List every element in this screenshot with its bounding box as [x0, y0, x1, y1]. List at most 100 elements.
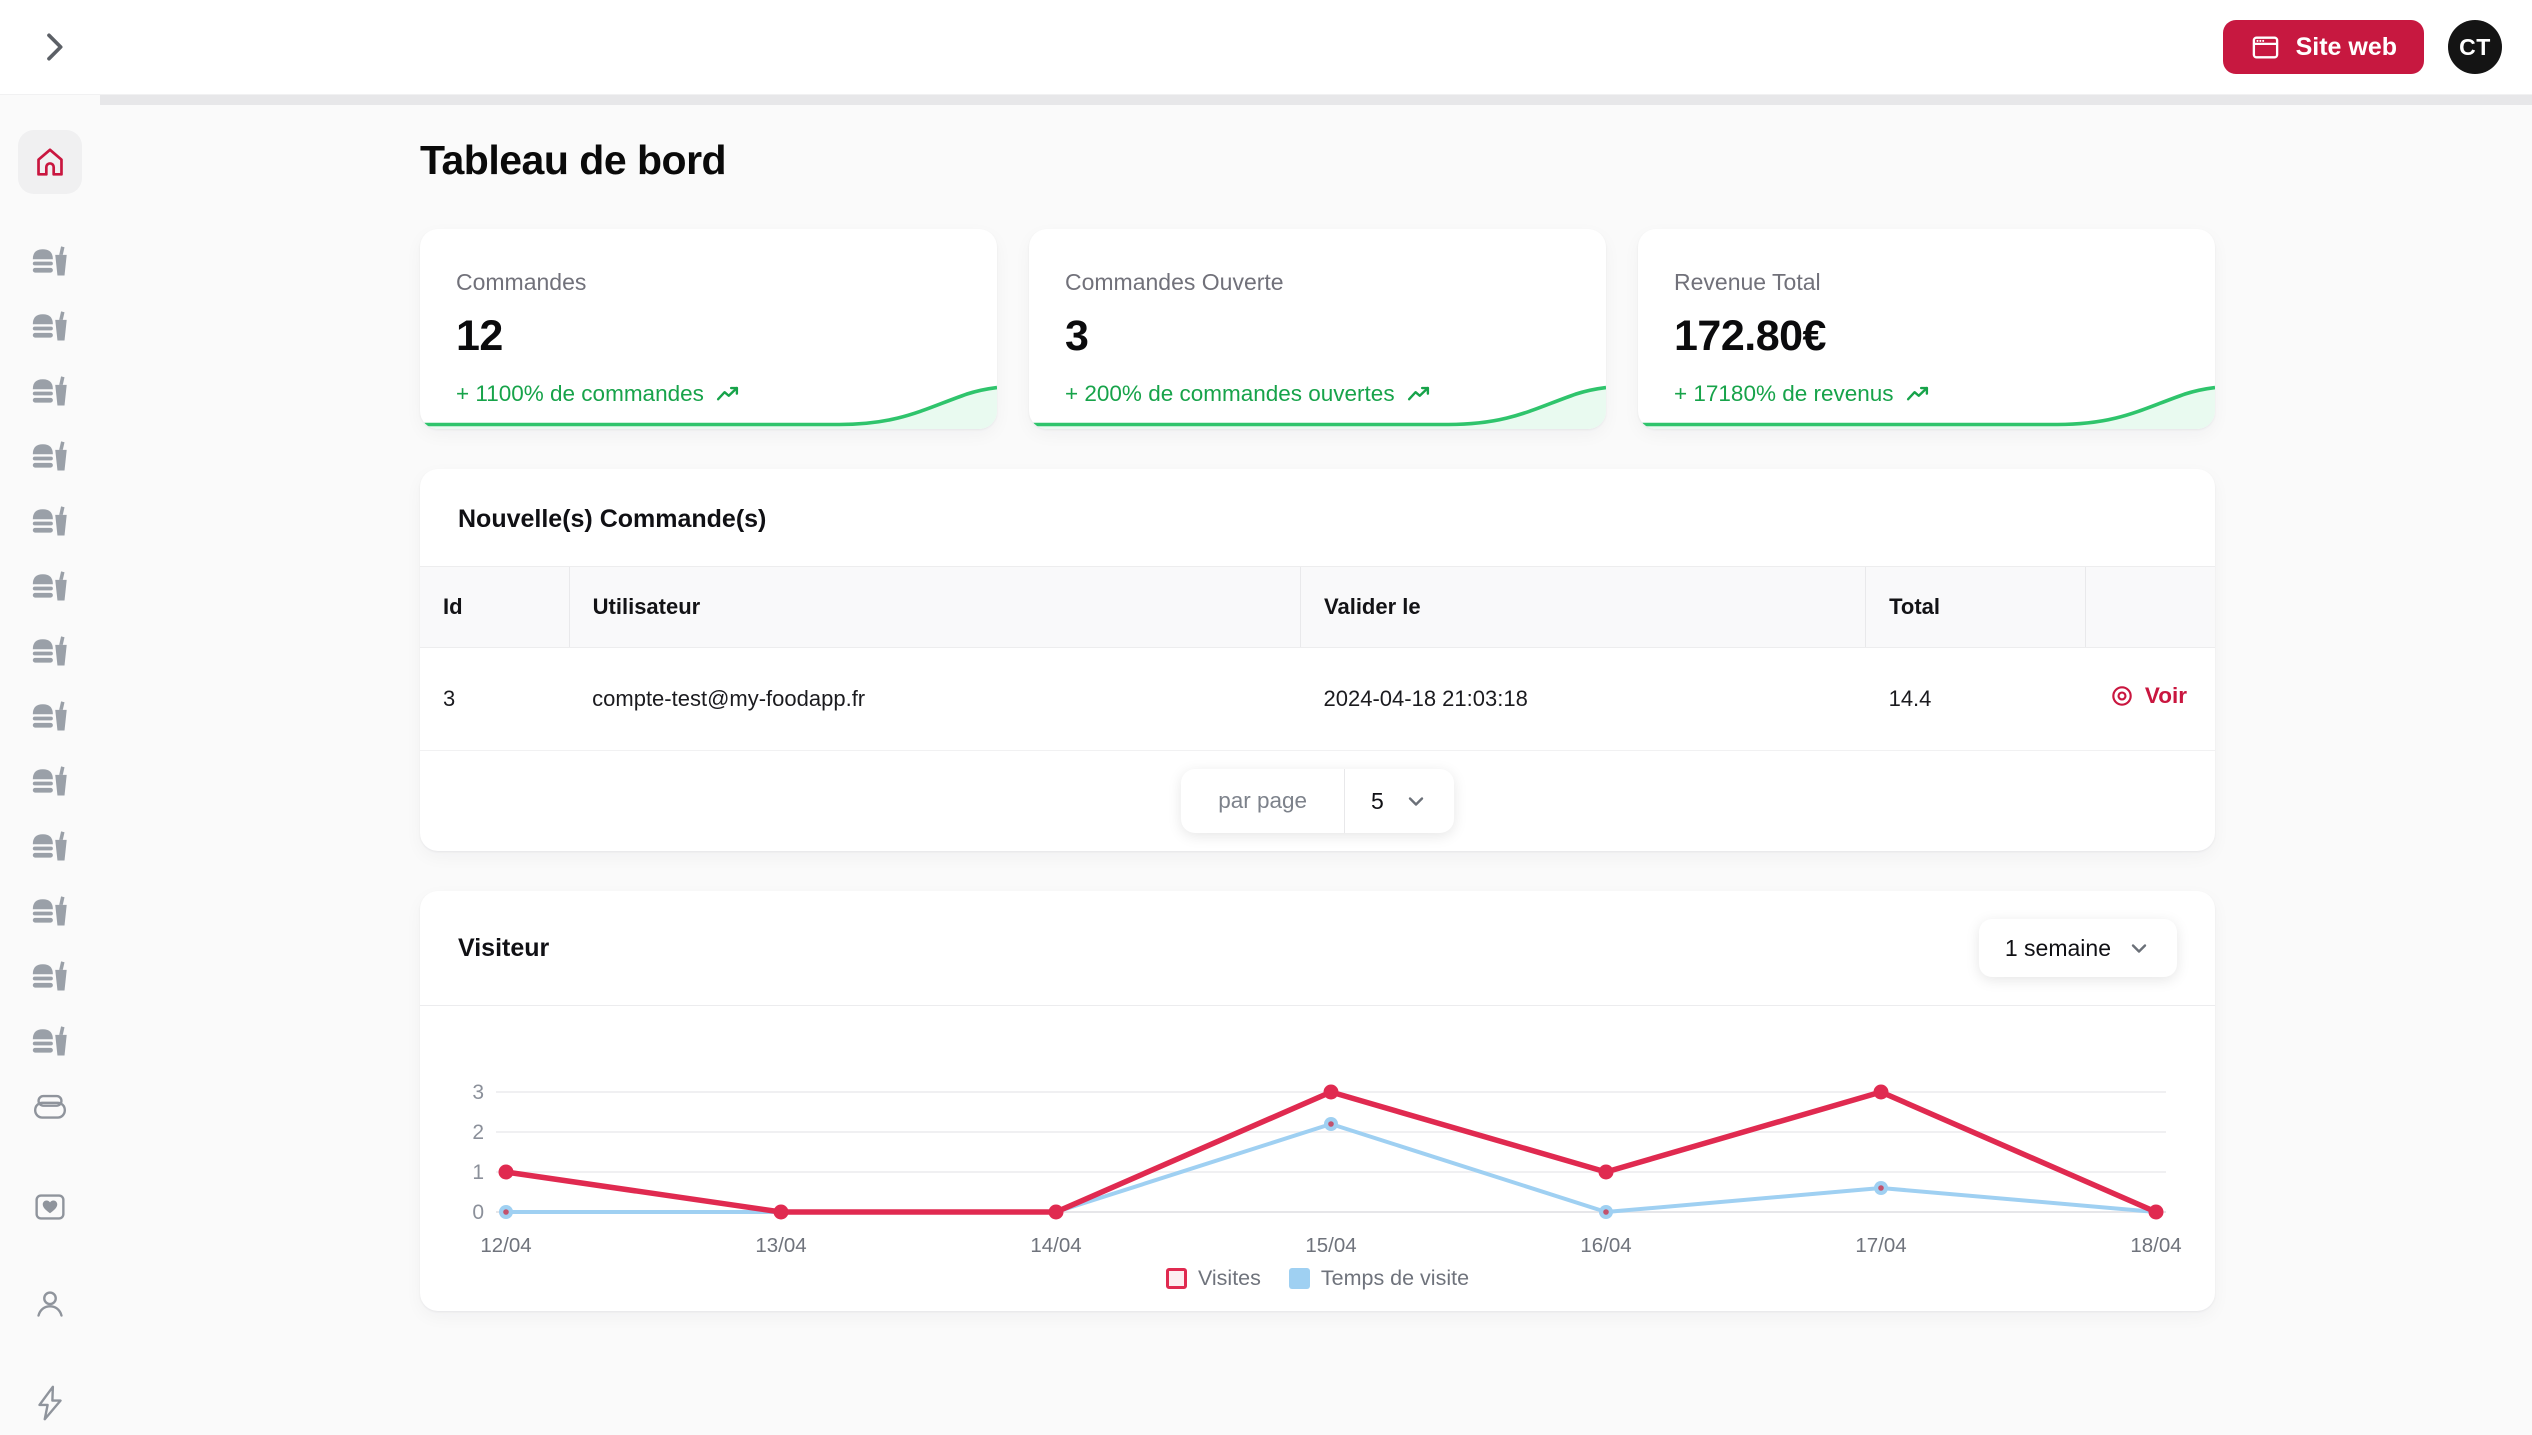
sidebar-item-restaurant[interactable]	[18, 1011, 82, 1076]
svg-text:15/04: 15/04	[1305, 1234, 1356, 1257]
legend-swatch-icon	[1165, 1268, 1187, 1290]
stat-sparkline	[1638, 385, 2215, 430]
visitors-card: Visiteur 1 semaine 0 1 2 3 12/04 13/04 14/04 15…	[420, 891, 2215, 1312]
restaurant-icon	[29, 763, 71, 805]
new-orders-card: Nouvelle(s) Commande(s) Id Utilisateur V…	[420, 469, 2215, 852]
sidebar-item-restaurant[interactable]	[18, 751, 82, 816]
svg-text:16/04: 16/04	[1580, 1234, 1631, 1257]
chevron-right-icon	[34, 27, 74, 67]
svg-text:13/04: 13/04	[755, 1234, 806, 1257]
site-web-button[interactable]: Site web	[2222, 20, 2424, 74]
view-order-link[interactable]: Voir	[2109, 683, 2205, 709]
browser-window-icon	[2250, 32, 2281, 63]
site-web-label: Site web	[2295, 32, 2397, 61]
sidebar-item-restaurant[interactable]	[18, 881, 82, 946]
sidebar-item-restaurant[interactable]	[18, 231, 82, 296]
order-total-cell: 14.4	[1865, 647, 2086, 752]
sidebar-item-restaurant[interactable]	[18, 621, 82, 686]
sidebar-item-restaurant[interactable]	[18, 686, 82, 751]
main-content: Tableau de bord Commandes 12 + 1100% de …	[420, 0, 2215, 1312]
restaurant-icon	[29, 828, 71, 870]
restaurant-icon	[29, 373, 71, 415]
stat-label: Commandes	[456, 269, 587, 296]
restaurant-icon	[29, 503, 71, 545]
order-id-cell: 3	[420, 647, 570, 752]
date-range-selector[interactable]: 1 semaine	[1978, 919, 2177, 978]
table-row: 3 compte-test@my-foodapp.fr 2024-04-18 2…	[420, 647, 2215, 752]
stat-value: 3	[1065, 312, 1089, 361]
legend-swatch-icon	[1288, 1268, 1310, 1290]
column-header-valider-le: Valider le	[1300, 566, 1866, 649]
stat-card-commandes: Commandes 12 + 1100% de commandes	[420, 229, 997, 430]
sidebar-item-restaurant[interactable]	[18, 946, 82, 1011]
topbar: Site web CT	[0, 0, 2532, 95]
svg-text:0: 0	[472, 1201, 484, 1224]
sidebar-item-home[interactable]	[18, 130, 82, 194]
svg-text:1: 1	[472, 1161, 484, 1184]
sidebar-item-restaurant[interactable]	[18, 816, 82, 881]
visitors-chart-area: 0 1 2 3 12/04 13/04 14/04 15/04 16/04 17/04 18/04	[420, 1006, 2215, 1262]
restaurant-icon	[29, 568, 71, 610]
sidebar-nav	[0, 95, 100, 1412]
card-heart-icon	[29, 1186, 71, 1228]
sidebar-item-restaurant[interactable]	[18, 426, 82, 491]
sidebar-item-user[interactable]	[18, 1272, 82, 1337]
svg-text:12/04: 12/04	[480, 1234, 531, 1257]
eye-icon	[2109, 683, 2135, 709]
column-header-id: Id	[420, 566, 570, 649]
per-page-label: par page	[1181, 769, 1346, 834]
svg-text:3: 3	[472, 1081, 484, 1104]
column-header-actions	[2085, 566, 2215, 649]
order-date-cell: 2024-04-18 21:03:18	[1300, 647, 1866, 752]
stat-card-commandes-ouverte: Commandes Ouverte 3 + 200% de commandes …	[1029, 229, 1606, 430]
restaurant-icon	[29, 633, 71, 675]
content-top-strip	[100, 95, 2532, 105]
per-page-selector[interactable]: par page 5	[1181, 769, 1454, 834]
stats-row: Commandes 12 + 1100% de commandes Comman…	[420, 229, 2215, 430]
home-icon	[33, 145, 67, 179]
lightning-icon	[29, 1382, 71, 1424]
restaurant-icon	[29, 698, 71, 740]
sidebar-expand-button[interactable]	[30, 23, 78, 71]
restaurant-icon	[29, 893, 71, 935]
lunchbox-icon	[29, 1088, 71, 1130]
sidebar-item-card-heart[interactable]	[18, 1174, 82, 1239]
orders-table: Id Utilisateur Valider le Total 3 compte…	[420, 566, 2215, 752]
topbar-right: Site web CT	[2222, 20, 2502, 74]
visitors-card-title: Visiteur	[458, 933, 550, 962]
restaurant-icon	[29, 958, 71, 1000]
sidebar-item-restaurant[interactable]	[18, 556, 82, 621]
column-header-utilisateur: Utilisateur	[568, 566, 1301, 649]
stat-value: 172.80€	[1674, 312, 1826, 361]
svg-text:18/04: 18/04	[2130, 1234, 2181, 1257]
order-user-cell: compte-test@my-foodapp.fr	[569, 647, 1301, 752]
sidebar-item-lightning[interactable]	[18, 1370, 82, 1435]
avatar-initials: CT	[2459, 33, 2491, 60]
restaurant-icon	[29, 243, 71, 285]
column-header-total: Total	[1865, 566, 2086, 649]
restaurant-icon	[29, 438, 71, 480]
sidebar-item-restaurant[interactable]	[18, 296, 82, 361]
orders-header-row: Id Utilisateur Valider le Total	[420, 566, 2215, 649]
sidebar-item-restaurant[interactable]	[18, 491, 82, 556]
stat-label: Commandes Ouverte	[1065, 269, 1284, 296]
legend-item-visites[interactable]: Visites	[1165, 1266, 1261, 1291]
pagination-zone: par page 5	[420, 751, 2215, 851]
date-range-value: 1 semaine	[2004, 934, 2111, 961]
stat-sparkline	[1029, 385, 1606, 430]
chevron-down-icon	[1404, 789, 1428, 813]
page-title: Tableau de bord	[420, 137, 727, 183]
chart-legend: Visites Temps de visite	[420, 1266, 2215, 1291]
orders-card-title: Nouvelle(s) Commande(s)	[458, 505, 767, 534]
chevron-down-icon	[2127, 936, 2151, 960]
stat-value: 12	[456, 312, 503, 361]
stat-card-revenue: Revenue Total 172.80€ + 17180% de revenu…	[1638, 229, 2215, 430]
svg-text:2: 2	[472, 1121, 484, 1144]
user-avatar[interactable]: CT	[2448, 20, 2502, 74]
sidebar-item-lunchbox[interactable]	[18, 1076, 82, 1141]
stat-label: Revenue Total	[1674, 269, 1821, 296]
legend-item-temps-de-visite[interactable]: Temps de visite	[1288, 1266, 1469, 1291]
restaurant-icon	[29, 308, 71, 350]
stat-sparkline	[420, 385, 997, 430]
sidebar-item-restaurant[interactable]	[18, 361, 82, 426]
